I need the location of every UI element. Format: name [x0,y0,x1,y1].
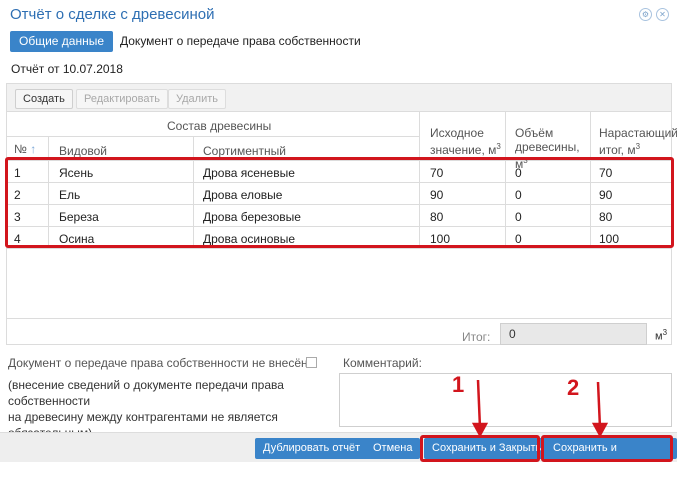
arrow-1-line [476,379,482,429]
arrow-2-line [596,381,602,429]
arrow-2-head [591,422,609,438]
callout-arrows [471,379,609,438]
arrow-1-head [471,422,489,438]
